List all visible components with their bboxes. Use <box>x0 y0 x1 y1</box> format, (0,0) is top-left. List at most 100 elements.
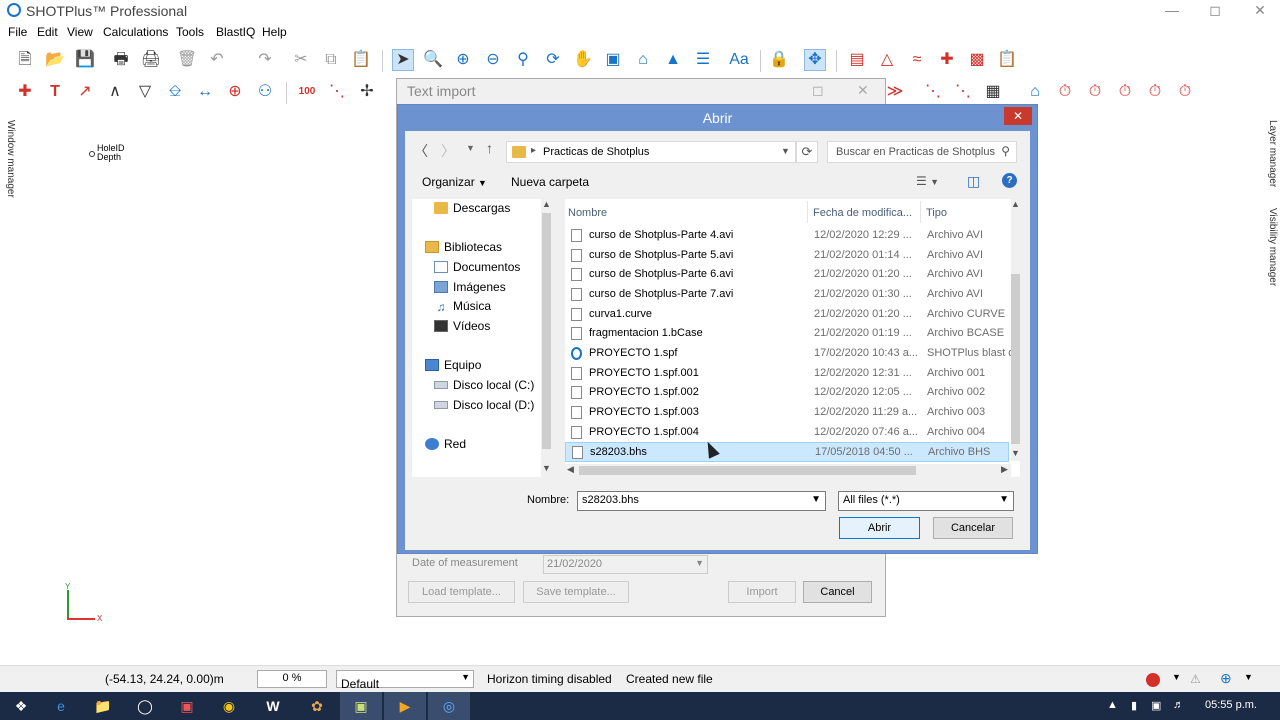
tray-expand-icon[interactable]: ▲ <box>1107 699 1118 711</box>
delete-icon[interactable]: 🗑 <box>176 49 198 71</box>
volume-icon[interactable]: ♬ <box>1173 699 1184 711</box>
zoom-in-icon[interactable]: ⊕ <box>452 49 474 71</box>
lock-icon[interactable]: 🔒 <box>768 49 790 71</box>
cancel-button[interactable]: Cancel <box>803 581 872 603</box>
file-scroll-down-icon[interactable]: ▼ <box>1011 448 1020 458</box>
copy-icon[interactable]: ⧉ <box>320 49 342 71</box>
cut-icon[interactable]: ✂ <box>290 49 312 71</box>
nav-videos[interactable]: Vídeos <box>434 319 490 333</box>
layer-select[interactable]: Default ▼ <box>336 670 474 691</box>
open-dialog-close-icon[interactable]: ✕ <box>1004 107 1032 125</box>
line-tool-icon[interactable]: ↗ <box>74 81 96 103</box>
chart-icon[interactable]: ▩ <box>966 49 988 71</box>
file-scroll-thumb-v[interactable] <box>1011 274 1020 444</box>
file-row[interactable]: PROYECTO 1.spf.004 12/02/2020 07:46 a... A… <box>565 423 1009 443</box>
breadcrumb-folder[interactable]: Practicas de Shotplus <box>543 146 649 158</box>
nav-scrollbar[interactable]: ▲ ▼ <box>541 199 552 477</box>
new-folder-button[interactable]: Nueva carpeta <box>511 175 589 189</box>
word-icon[interactable]: W <box>252 692 294 720</box>
file-row[interactable]: curva1.curve 21/02/2020 01:20 ... Archivo … <box>565 305 1009 325</box>
organize-button[interactable]: Organizar ▼ <box>422 175 487 189</box>
window-manager-tab[interactable]: Window manager <box>5 120 16 198</box>
report-icon[interactable]: 📋 <box>996 49 1018 71</box>
file-row[interactable]: PROYECTO 1.spf.002 12/02/2020 12:05 ... Ar… <box>565 383 1009 403</box>
nav-libraries[interactable]: Bibliotecas <box>425 240 502 254</box>
column-date[interactable]: Fecha de modifica... <box>813 207 912 219</box>
nav-downloads[interactable]: Descargas <box>434 201 510 215</box>
paste-icon[interactable]: 📋 <box>350 49 372 71</box>
open-button[interactable]: Abrir <box>839 517 920 539</box>
text-import-close-icon[interactable]: ✕ <box>857 82 869 99</box>
hole-count-icon[interactable]: 100 <box>296 81 318 103</box>
nav-images[interactable]: Imágenes <box>434 280 506 294</box>
nav-scroll-thumb[interactable] <box>542 213 551 449</box>
column-name[interactable]: Nombre <box>568 207 607 219</box>
file-type-dropdown-icon[interactable]: ▼ <box>999 494 1009 505</box>
layers-icon[interactable]: ☰ <box>692 49 714 71</box>
rotate-view-icon[interactable]: ⟳ <box>542 49 564 71</box>
cancel-open-button[interactable]: Cancelar <box>933 517 1013 539</box>
menu-calculations[interactable]: Calculations <box>103 25 168 39</box>
polygon-tool-icon[interactable]: ▽ <box>134 81 156 103</box>
file-type-select[interactable]: All files (*.*) ▼ <box>838 491 1014 511</box>
help-icon[interactable]: ? <box>1002 173 1017 188</box>
file-scroll-up-icon[interactable]: ▲ <box>1011 199 1020 209</box>
refresh-icon[interactable]: ⟳ <box>796 141 818 163</box>
print-preview-icon[interactable]: 🖶 <box>110 49 132 71</box>
record-icon[interactable] <box>1146 673 1160 687</box>
hole-line-icon[interactable]: ⋱ <box>326 81 348 103</box>
load-template-button[interactable]: Load template... <box>408 581 515 603</box>
menu-tools[interactable]: Tools <box>176 25 204 39</box>
windows-start-icon[interactable]: ❖ <box>0 692 42 720</box>
timing-icon[interactable]: ✚ <box>936 49 958 71</box>
text-tool-icon[interactable]: T <box>44 81 66 103</box>
delay-4-icon[interactable]: ⏱ <box>1144 81 1166 103</box>
file-list-scrollbar-h[interactable]: ◀ ▶ <box>565 464 1011 477</box>
file-scroll-left-icon[interactable]: ◀ <box>567 464 574 475</box>
shotplus-taskbar-icon[interactable]: ◎ <box>428 692 470 720</box>
nav-music[interactable]: ♫ Música <box>434 299 492 314</box>
hole-pattern-icon[interactable]: ✢ <box>356 81 378 103</box>
app-icon[interactable]: ✿ <box>296 692 338 720</box>
layer-manager-tab[interactable]: Layer manager <box>1267 120 1278 187</box>
contour-icon[interactable]: ≈ <box>906 49 928 71</box>
delay-icon[interactable]: ⏱ <box>1054 81 1076 103</box>
zoom-select-icon[interactable]: ▣ <box>602 49 624 71</box>
delay-5-icon[interactable]: ⏱ <box>1174 81 1196 103</box>
delay-3-icon[interactable]: ⏱ <box>1114 81 1136 103</box>
view-home-icon[interactable]: ⌂ <box>632 49 654 71</box>
pan-hand-icon[interactable]: ✋ <box>572 49 594 71</box>
warning-icon[interactable]: ⚠ <box>1190 672 1201 686</box>
nav-drive-d[interactable]: Disco local (D:) <box>434 398 534 412</box>
file-scroll-right-icon[interactable]: ▶ <box>1001 464 1008 475</box>
distance-tool-icon[interactable]: ↔ <box>194 81 216 103</box>
media-player-icon[interactable]: ▶ <box>384 692 426 720</box>
zoom-extents-icon[interactable]: ⚲ <box>512 49 534 71</box>
new-file-icon[interactable]: 🗎 <box>14 49 36 71</box>
file-row[interactable]: PROYECTO 1.spf 17/02/2020 10:43 a... SHOTP… <box>565 344 1014 364</box>
record-dropdown-icon[interactable]: ▼ <box>1172 672 1181 682</box>
date-of-measurement-field[interactable]: 21/02/2020 ▼ <box>543 555 708 574</box>
save-icon[interactable]: 💾 <box>74 49 96 71</box>
snap-grid-icon[interactable]: ✥ <box>804 49 826 71</box>
search-box[interactable]: Buscar en Practicas de Shotplus ⚲ <box>827 141 1017 163</box>
polyline-tool-icon[interactable]: ∧ <box>104 81 126 103</box>
text-import-maximize-icon[interactable]: ◻ <box>812 82 824 99</box>
file-row[interactable]: PROYECTO 1.spf.001 12/02/2020 12:31 ... Ar… <box>565 364 1009 384</box>
forward-icon[interactable]: 〉 <box>441 141 455 161</box>
file-scroll-thumb-h[interactable] <box>579 466 916 475</box>
nav-network[interactable]: Red <box>425 437 466 451</box>
menu-view[interactable]: View <box>67 25 93 39</box>
ruler-icon[interactable]: ▤ <box>846 49 868 71</box>
redo-icon[interactable]: ↷ <box>254 49 276 71</box>
office-icon[interactable]: ▣ <box>166 692 208 720</box>
timing-arrow-icon[interactable]: ≫ <box>884 81 906 103</box>
filename-dropdown-icon[interactable]: ▼ <box>811 494 821 505</box>
save-template-button[interactable]: Save template... <box>523 581 629 603</box>
zoom-window-icon[interactable]: 🔍 <box>422 49 444 71</box>
house-icon[interactable]: ⌂ <box>1024 81 1046 103</box>
nav-computer[interactable]: Equipo <box>425 358 481 372</box>
table-icon[interactable]: ▦ <box>982 81 1004 103</box>
print-icon[interactable]: 🖨 <box>140 49 162 71</box>
open-folder-icon[interactable]: 📂 <box>44 49 66 71</box>
